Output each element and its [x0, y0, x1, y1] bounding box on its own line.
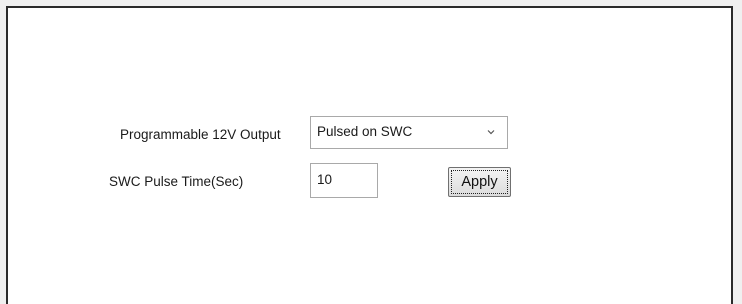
chevron-down-icon — [487, 130, 495, 135]
pulse-time-label: SWC Pulse Time(Sec) — [109, 174, 244, 189]
pulse-time-value: 10 — [317, 172, 333, 187]
output-label: Programmable 12V Output — [120, 127, 281, 142]
apply-button[interactable]: Apply — [448, 167, 511, 197]
settings-panel: Programmable 12V Output Pulsed on SWC SW… — [6, 6, 733, 304]
pulse-time-input[interactable]: 10 — [310, 163, 378, 198]
output-mode-selected: Pulsed on SWC — [317, 124, 413, 139]
output-mode-dropdown[interactable]: Pulsed on SWC — [310, 116, 508, 149]
apply-button-label: Apply — [461, 174, 498, 190]
